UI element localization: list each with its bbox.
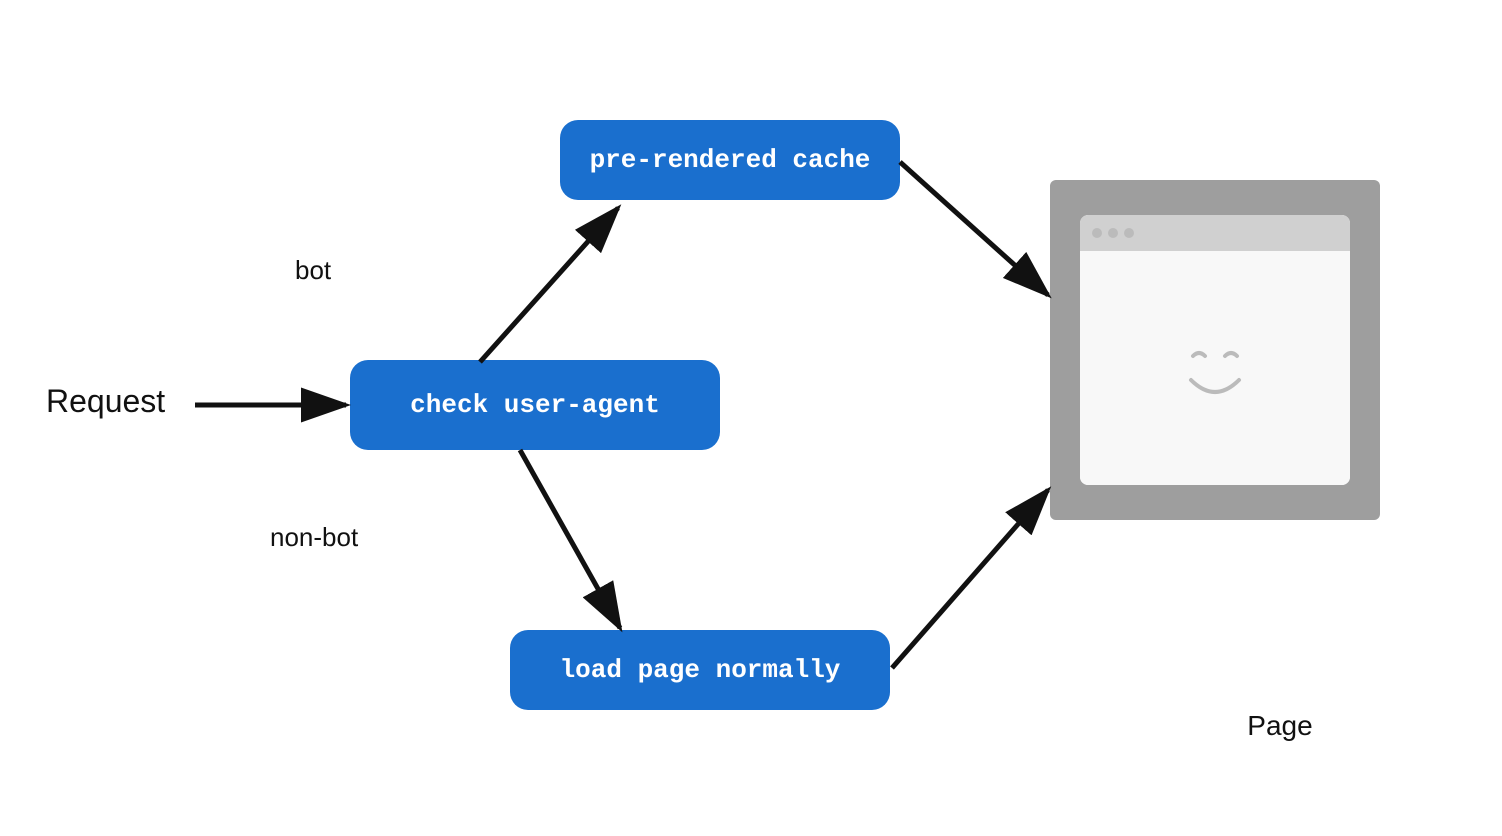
browser-titlebar xyxy=(1080,215,1350,251)
browser-dot-1 xyxy=(1092,228,1102,238)
page-label: Page xyxy=(1180,710,1380,742)
browser-outer xyxy=(1050,180,1380,520)
diagram-container: Request pre-rendered cache check user-ag… xyxy=(0,0,1502,836)
browser-inner xyxy=(1080,215,1350,485)
bot-label: bot xyxy=(295,255,331,286)
smiley-face-icon xyxy=(1155,308,1275,428)
page-illustration xyxy=(1050,180,1380,520)
browser-dot-2 xyxy=(1108,228,1118,238)
browser-content xyxy=(1080,251,1350,485)
prerendered-cache-box: pre-rendered cache xyxy=(560,120,900,200)
check-user-agent-box: check user-agent xyxy=(350,360,720,450)
request-label: Request xyxy=(46,383,165,420)
load-page-normally-box: load page normally xyxy=(510,630,890,710)
nonbot-label: non-bot xyxy=(270,522,358,553)
browser-dot-3 xyxy=(1124,228,1134,238)
